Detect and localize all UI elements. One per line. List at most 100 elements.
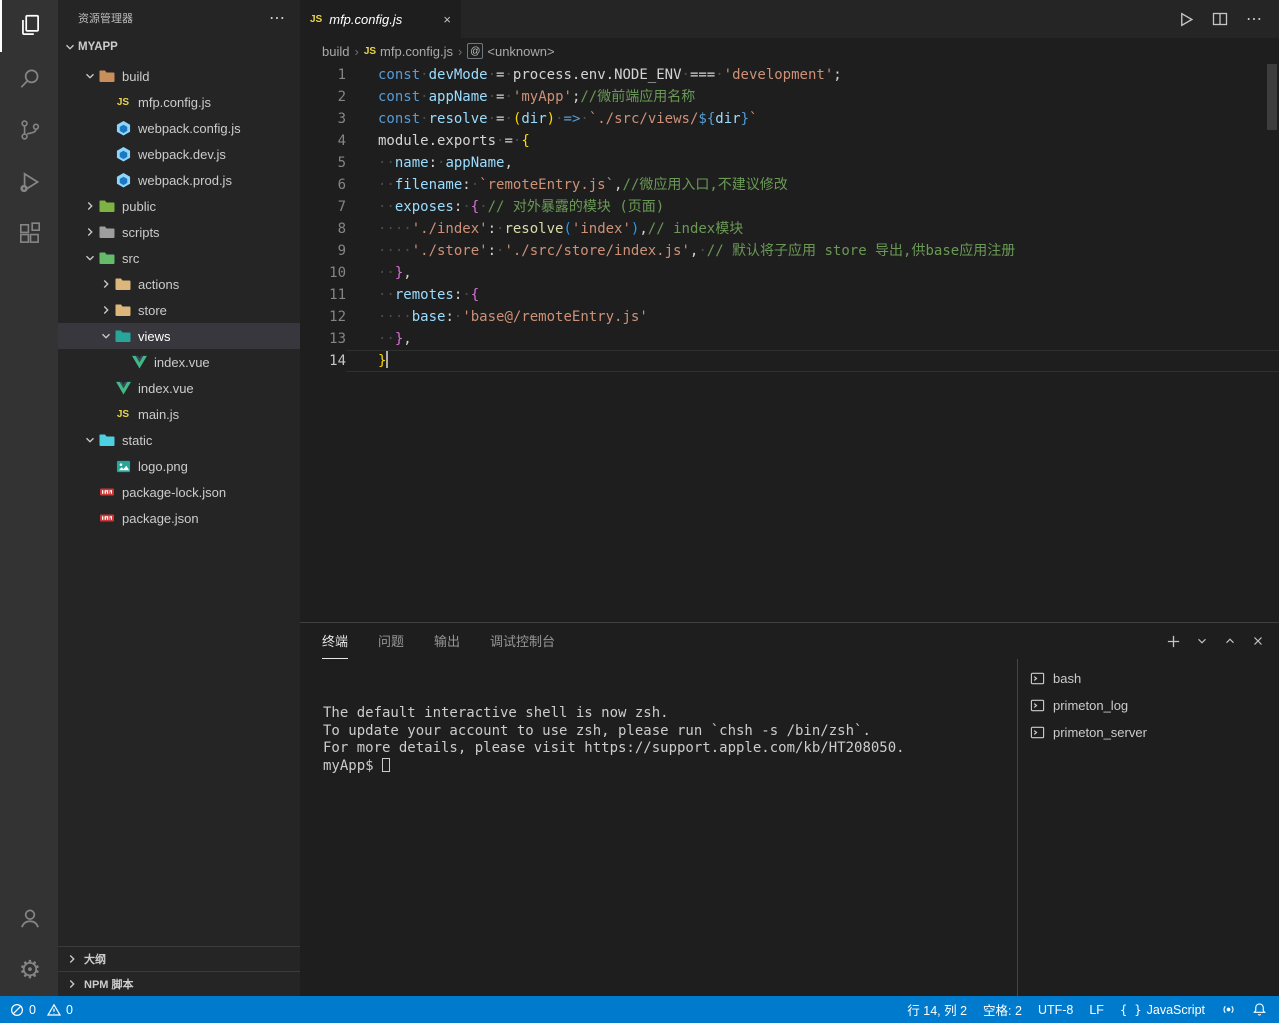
explorer-more-actions-icon[interactable]: ⋯ (269, 8, 286, 28)
new-terminal-button[interactable] (1166, 634, 1181, 649)
vscode-window: ⚙ 资源管理器 ⋯ MYAPP buildJSmfp.config.jswebp… (0, 0, 1279, 996)
section-outline[interactable]: 大纲 (58, 946, 300, 971)
terminal-instance-primeton_log[interactable]: primeton_log (1018, 692, 1279, 719)
panel-tab-调试控制台[interactable]: 调试控制台 (490, 623, 555, 659)
editor-scrollbar[interactable] (1265, 64, 1279, 622)
code-line-1[interactable]: 1const·devMode·=·process.env.NODE_ENV·==… (300, 64, 1279, 86)
tree-item-store[interactable]: store (58, 297, 300, 323)
maximize-panel-icon[interactable] (1223, 634, 1237, 648)
tree-item-scripts[interactable]: scripts (58, 219, 300, 245)
code-line-12[interactable]: 12····base:·'base@/remoteEntry.js' (300, 306, 1279, 328)
notifications-bell-icon[interactable] (1252, 1002, 1267, 1017)
terminal-instance-bash[interactable]: bash (1018, 665, 1279, 692)
sidebar-item-source-control[interactable] (0, 104, 58, 156)
cursor-position[interactable]: 行 14, 列 2 (907, 1000, 967, 1019)
tree-item-src[interactable]: src (58, 245, 300, 271)
code-line-6[interactable]: 6··filename:·`remoteEntry.js`,//微应用入口,不建… (300, 174, 1279, 196)
tab-close-icon[interactable]: × (443, 12, 451, 27)
code-line-4[interactable]: 4module.exports·=·{ (300, 130, 1279, 152)
panel-tab-问题[interactable]: 问题 (378, 623, 404, 659)
code-line-13[interactable]: 13··}, (300, 328, 1279, 350)
feedback-icon[interactable] (1221, 1002, 1236, 1017)
tree-item-webpack.config.js[interactable]: webpack.config.js (58, 115, 300, 141)
language-mode[interactable]: { } JavaScript (1120, 1003, 1205, 1017)
tree-item-package-lock.json[interactable]: package-lock.json (58, 479, 300, 505)
tree-item-webpack.dev.js[interactable]: webpack.dev.js (58, 141, 300, 167)
section-npm-scripts[interactable]: NPM 脚本 (58, 971, 300, 996)
extensions-icon (17, 221, 43, 247)
terminal-instance-primeton_server[interactable]: primeton_server (1018, 719, 1279, 746)
gear-icon: ⚙ (19, 958, 41, 983)
tree-item-logo.png[interactable]: logo.png (58, 453, 300, 479)
file-tree: buildJSmfp.config.jswebpack.config.jsweb… (58, 59, 300, 946)
search-icon (17, 65, 43, 91)
tree-item-actions[interactable]: actions (58, 271, 300, 297)
code-line-3[interactable]: 3const·resolve·=·(dir)·=>·`./src/views/$… (300, 108, 1279, 130)
code-line-7[interactable]: 7··exposes:·{·// 对外暴露的模块 (页面) (300, 196, 1279, 218)
line-number: 13 (300, 328, 346, 350)
chevron-right-icon (82, 225, 98, 239)
code-line-9[interactable]: 9····'./store':·'./src/store/index.js',·… (300, 240, 1279, 262)
split-editor-button[interactable] (1212, 11, 1228, 27)
settings-button[interactable]: ⚙ (0, 944, 58, 996)
code-line-2[interactable]: 2const·appName·=·'myApp';//微前端应用名称 (300, 86, 1279, 108)
line-content: ····base:·'base@/remoteEntry.js' (346, 306, 1279, 328)
encoding-status[interactable]: UTF-8 (1038, 1003, 1073, 1017)
tree-item-public[interactable]: public (58, 193, 300, 219)
chevron-down-icon (82, 433, 98, 447)
status-left: 0 0 (10, 1003, 73, 1017)
npm-icon (98, 484, 116, 500)
terminal-instance-list: bashprimeton_log primeton_server (1017, 659, 1279, 996)
breadcrumb-item-file[interactable]: JS mfp.config.js (364, 44, 453, 59)
breadcrumb-item-build[interactable]: build (322, 44, 349, 59)
terminal-instance-label: primeton_server (1053, 725, 1147, 740)
code-editor[interactable]: 1const·devMode·=·process.env.NODE_ENV·==… (300, 64, 1279, 622)
eol-status[interactable]: LF (1089, 1003, 1104, 1017)
code-line-11[interactable]: 11··remotes:·{ (300, 284, 1279, 306)
breadcrumb-label: <unknown> (487, 44, 554, 59)
tree-item-static[interactable]: static (58, 427, 300, 453)
line-content: ··}, (346, 262, 1279, 284)
code-line-5[interactable]: 5··name:·appName, (300, 152, 1279, 174)
tree-item-build[interactable]: build (58, 63, 300, 89)
tree-item-index.vue[interactable]: index.vue (58, 349, 300, 375)
code-line-8[interactable]: 8····'./index':·resolve('index'),// inde… (300, 218, 1279, 240)
panel-body: The default interactive shell is now zsh… (300, 659, 1279, 996)
tree-item-label: actions (138, 277, 179, 292)
panel-tab-输出[interactable]: 输出 (434, 623, 460, 659)
status-bar: 0 0 行 14, 列 2 空格: 2 UTF-8 LF { } JavaScr… (0, 996, 1279, 1023)
indentation-status[interactable]: 空格: 2 (983, 1000, 1022, 1019)
account-button[interactable] (0, 892, 58, 944)
code-line-14[interactable]: 14} (300, 350, 1279, 372)
tree-root-myapp[interactable]: MYAPP (58, 35, 300, 59)
terminal-output[interactable]: The default interactive shell is now zsh… (300, 659, 1017, 996)
tree-item-webpack.prod.js[interactable]: webpack.prod.js (58, 167, 300, 193)
sidebar-item-explorer[interactable] (0, 0, 58, 52)
panel-tab-终端[interactable]: 终端 (322, 623, 348, 659)
sidebar-item-run-debug[interactable] (0, 156, 58, 208)
terminal-icon (1030, 698, 1045, 713)
code-line-10[interactable]: 10··}, (300, 262, 1279, 284)
tree-item-mfp.config.js[interactable]: JSmfp.config.js (58, 89, 300, 115)
more-actions-icon[interactable]: ⋯ (1246, 9, 1263, 29)
tree-item-index.vue[interactable]: index.vue (58, 375, 300, 401)
line-number: 4 (300, 130, 346, 152)
sidebar-item-search[interactable] (0, 52, 58, 104)
breadcrumb-item-symbol[interactable]: @ <unknown> (467, 43, 554, 59)
run-file-button[interactable] (1177, 11, 1194, 28)
tree-item-views[interactable]: views (58, 323, 300, 349)
terminal-dropdown-icon[interactable] (1195, 634, 1209, 648)
panel-header: 终端问题输出调试控制台 (300, 623, 1279, 659)
sidebar-item-extensions[interactable] (0, 208, 58, 260)
warning-icon (47, 1003, 61, 1017)
tree-item-package.json[interactable]: package.json (58, 505, 300, 531)
close-panel-icon[interactable] (1251, 634, 1265, 648)
scrollbar-thumb[interactable] (1267, 64, 1277, 130)
activity-bar: ⚙ (0, 0, 58, 996)
problems-status[interactable]: 0 0 (10, 1003, 73, 1017)
tab-mfp-config-js[interactable]: JS mfp.config.js × (300, 0, 462, 38)
breadcrumb-label: mfp.config.js (380, 44, 453, 59)
tree-item-label: store (138, 303, 167, 318)
tree-item-main.js[interactable]: JSmain.js (58, 401, 300, 427)
folder-views-icon (114, 329, 132, 343)
